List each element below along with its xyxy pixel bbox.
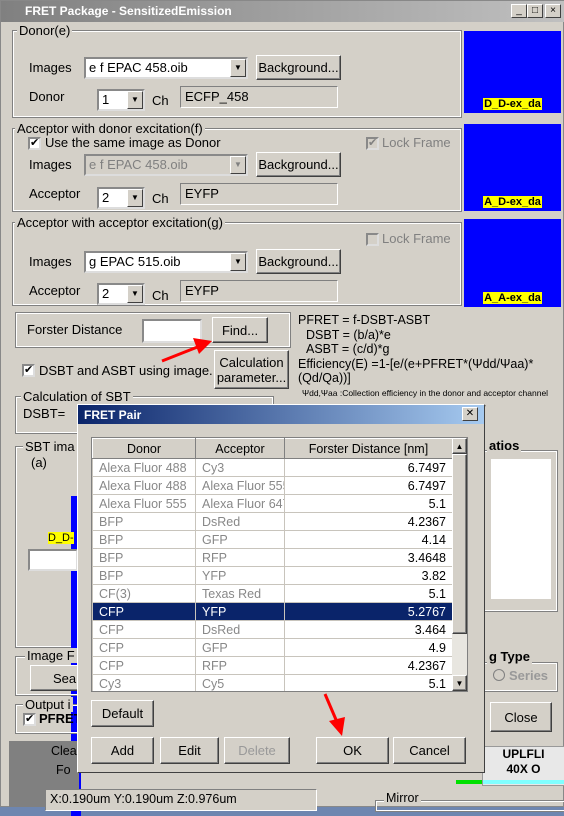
arrow-to-find bbox=[161, 338, 212, 363]
annotation-overlay bbox=[161, 338, 345, 736]
arrow-to-ok bbox=[323, 693, 345, 736]
